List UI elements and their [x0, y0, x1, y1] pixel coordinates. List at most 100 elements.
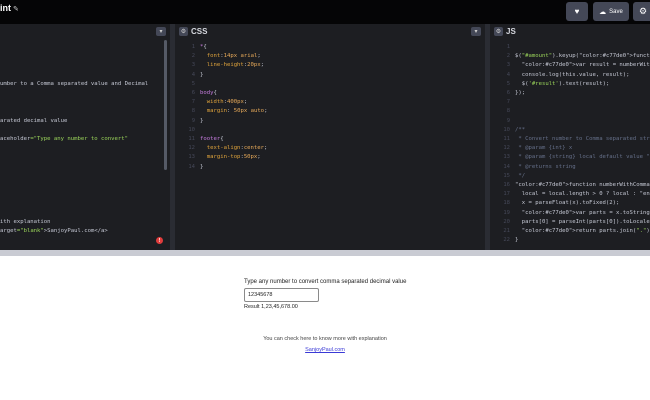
footer-link-row: SanjoyPaul.com: [0, 347, 650, 353]
line-number: 11: [503, 136, 510, 142]
chevron-down-icon[interactable]: ▾: [156, 27, 166, 36]
code-line: width:400px;: [206, 99, 248, 106]
line-number: 9: [506, 117, 510, 124]
code-line: }: [200, 163, 204, 170]
line-number: 12: [188, 145, 195, 152]
line-number: 17: [503, 191, 510, 198]
cloud-icon: ☁: [599, 8, 607, 16]
line-number: 3: [506, 62, 510, 69]
code-line: margin: 50px auto;: [206, 108, 268, 115]
line-number: 14: [503, 163, 510, 170]
amount-input[interactable]: [244, 288, 319, 302]
code-line: aceholder="Type any number to convert": [0, 136, 128, 142]
love-button[interactable]: ♥: [566, 2, 588, 21]
html-code-editor[interactable]: umber to a Comma separated value and Dec…: [0, 40, 170, 250]
gear-icon[interactable]: ⚙: [494, 27, 503, 36]
pencil-icon[interactable]: ✎: [13, 6, 19, 13]
line-number: 18: [503, 200, 510, 207]
code-line: * @param {int} x: [515, 145, 573, 152]
result-text: Result 1,23,45,678.00: [244, 304, 298, 310]
line-number: 13: [188, 154, 195, 161]
code-line: arget="blank">SanjoyPaul.com</a>: [0, 228, 108, 234]
code-line: *{: [200, 44, 207, 50]
amount-label: Type any number to convert comma separat…: [244, 279, 407, 285]
code-line: "color:#c77de0">var parts = x.toString()…: [521, 209, 650, 216]
code-line: }: [200, 71, 204, 78]
code-line: text-align:center;: [206, 145, 268, 152]
gear-icon: ⚙: [638, 6, 648, 16]
line-number: 4: [191, 71, 195, 78]
js-pane-label: JS: [506, 27, 516, 36]
line-number: 2: [506, 53, 510, 60]
line-number: 8: [506, 108, 510, 115]
save-button[interactable]: ☁ Save: [593, 2, 629, 21]
code-line: x = parseFloat(x).toFixed(2);: [515, 200, 620, 207]
line-number: 7: [506, 99, 510, 106]
code-line: $('#result').text(result);: [515, 80, 610, 87]
line-number: 9: [191, 117, 195, 124]
code-line: arated decimal value: [0, 117, 68, 124]
code-line: "color:#c77de0">function numberWithComma…: [515, 182, 650, 188]
code-line: }: [200, 117, 204, 124]
html-pane-header: ▾: [0, 24, 170, 40]
line-number: 10: [188, 126, 195, 133]
pen-title[interactable]: int ✎: [0, 3, 19, 13]
line-number: 1: [191, 44, 195, 50]
sanjoypaul-link[interactable]: SanjoyPaul.com: [305, 347, 345, 353]
code-line: umber to a Comma separated value and Dec…: [0, 80, 149, 87]
heart-icon: ♥: [574, 7, 580, 16]
line-number: 16: [503, 182, 510, 188]
code-line: font:14px arial;: [206, 53, 261, 60]
line-number: 11: [188, 136, 195, 142]
code-line: "color:#c77de0">var result = numberWithC…: [521, 62, 650, 69]
line-number: 19: [503, 209, 510, 216]
chevron-down-icon[interactable]: ▾: [471, 27, 481, 36]
code-line: ith explanation: [0, 218, 51, 225]
line-number: 6: [191, 90, 195, 96]
code-line: parts[0] = parseInt(parts[0]).toLocaleSt: [515, 218, 650, 225]
css-pane-label: CSS: [191, 27, 208, 36]
line-number: 21: [503, 228, 510, 234]
code-line: * @param {string} local default value "e…: [515, 154, 650, 161]
code-line: line-height:20px;: [206, 62, 265, 69]
code-line: * Convert number to Comma separated stri…: [515, 136, 650, 142]
code-line: "color:#c77de0">return parts.join(".");: [521, 228, 650, 234]
js-code-editor[interactable]: 1 2 $("#amount").keyup("color:#c77de0">fun…: [490, 40, 650, 250]
line-number: 6: [506, 90, 510, 96]
code-line: /**: [515, 126, 526, 133]
error-icon[interactable]: !: [156, 237, 163, 244]
code-line: * @returns string: [515, 163, 576, 170]
css-pane-header: ⚙ CSS ▾: [175, 24, 485, 40]
code-line: });: [515, 90, 526, 96]
line-number: 14: [188, 163, 195, 170]
html-scrollbar[interactable]: [164, 40, 167, 170]
line-number: 7: [191, 99, 195, 106]
line-number: 5: [506, 80, 510, 87]
line-number: 12: [503, 145, 510, 152]
line-number: 4: [506, 71, 510, 78]
html-pane: ▾ umber to a Comma separated value and D…: [0, 24, 170, 250]
line-number: 8: [191, 108, 195, 115]
code-line: margin-top:50px;: [206, 154, 261, 161]
footer-text: You can check here to know more with exp…: [263, 336, 387, 342]
line-number: 5: [191, 80, 195, 87]
css-code-editor[interactable]: 1 *{2 font:14px arial; 3 line-height:20px;…: [175, 40, 485, 250]
settings-button[interactable]: ⚙: [633, 2, 650, 21]
line-number: 1: [506, 44, 510, 50]
line-number: 20: [503, 218, 510, 225]
line-number: 22: [503, 237, 510, 244]
js-pane-header: ⚙ JS: [490, 24, 650, 40]
code-line: body{: [200, 90, 217, 96]
line-number: 13: [503, 154, 510, 161]
js-pane: ⚙ JS 1 2 $("#amount").keyup("color:#c77de0…: [490, 24, 650, 250]
code-line: console.log(this.value, result);: [515, 71, 630, 78]
gear-icon[interactable]: ⚙: [179, 27, 188, 36]
result-preview: Type any number to convert comma separat…: [0, 256, 650, 400]
top-bar: int ✎ ♥ ☁ Save ⚙: [0, 0, 650, 24]
line-number: 15: [503, 172, 510, 179]
code-line: local = local.length > 0 ? local : "en-I: [515, 191, 650, 198]
code-line: footer{: [200, 136, 224, 142]
code-line: }: [515, 237, 519, 244]
save-label: Save: [609, 8, 623, 15]
code-line: $("#amount").keyup("color:#c77de0">funct…: [515, 53, 650, 60]
